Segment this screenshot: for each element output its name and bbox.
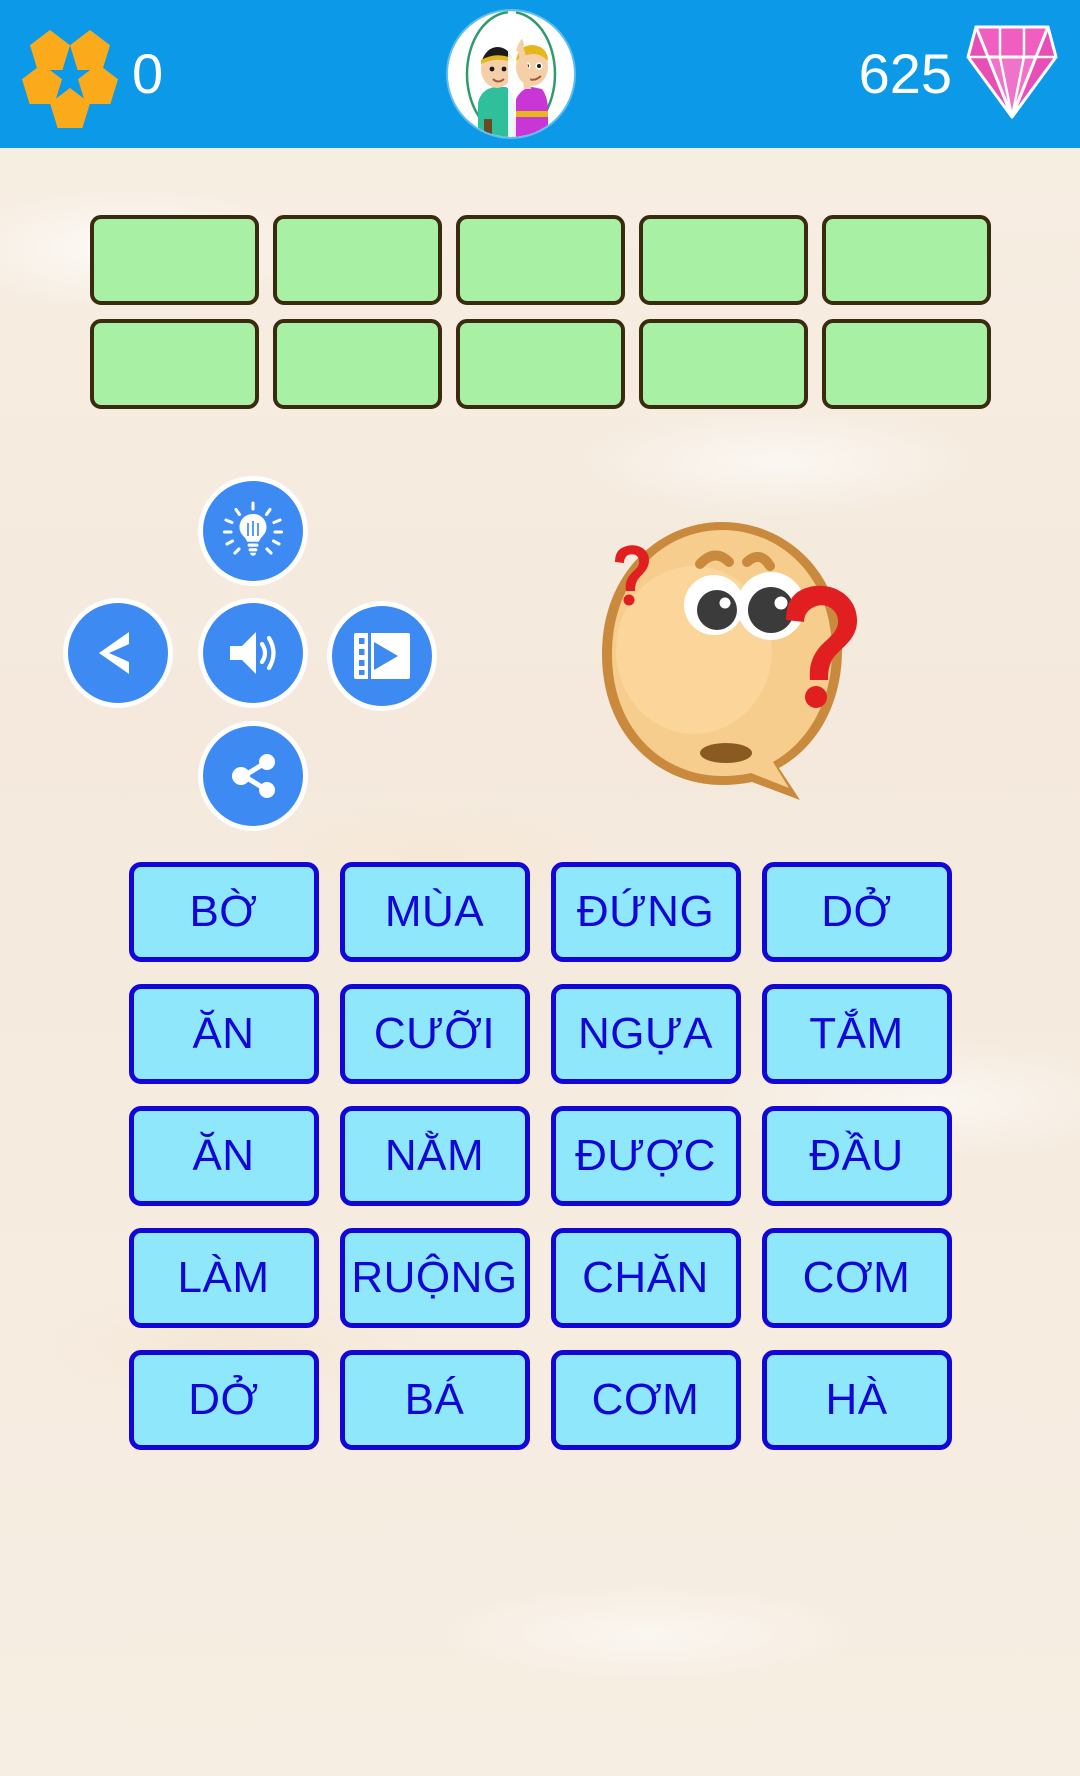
answer-slot[interactable] bbox=[89, 215, 259, 305]
video-film-icon bbox=[352, 629, 412, 683]
back-button[interactable] bbox=[68, 603, 168, 703]
sound-button[interactable] bbox=[203, 603, 303, 703]
hint-lightbulb-icon bbox=[222, 500, 284, 562]
game-screen: 0 625 BỜ MÙA ĐỨNG DỞ ĂN CƯỠI NGỰA TẮM ĂN… bbox=[0, 0, 1080, 1776]
word-tile[interactable]: BỜ bbox=[128, 862, 319, 962]
word-tile[interactable]: CƠM bbox=[550, 1350, 741, 1450]
answer-slot[interactable] bbox=[821, 319, 991, 409]
tile-row: ĂN NẰM ĐƯỢC ĐẦU bbox=[0, 1106, 1080, 1206]
word-tile[interactable]: BÁ bbox=[339, 1350, 530, 1450]
flower-petals-icon bbox=[22, 26, 118, 128]
thinking-face-speech-bubble bbox=[574, 500, 864, 830]
word-tile[interactable]: ĂN bbox=[128, 1106, 319, 1206]
word-tile[interactable]: ĂN bbox=[128, 984, 319, 1084]
answer-row-1 bbox=[0, 215, 1080, 305]
word-tile[interactable]: TẮM bbox=[761, 984, 952, 1084]
word-tile[interactable]: CƠM bbox=[761, 1228, 952, 1328]
answer-slot[interactable] bbox=[89, 319, 259, 409]
word-tile[interactable]: DỞ bbox=[128, 1350, 319, 1450]
tile-row: ĂN CƯỠI NGỰA TẮM bbox=[0, 984, 1080, 1084]
answer-slot[interactable] bbox=[638, 319, 808, 409]
word-tile[interactable]: ĐỨNG bbox=[550, 862, 741, 962]
word-tile[interactable]: MÙA bbox=[339, 862, 530, 962]
word-tile[interactable]: LÀM bbox=[128, 1228, 319, 1328]
gem-count: 625 bbox=[858, 42, 952, 105]
tile-row: BỜ MÙA ĐỨNG DỞ bbox=[0, 862, 1080, 962]
back-arrow-icon bbox=[89, 624, 147, 682]
word-tile-grid: BỜ MÙA ĐỨNG DỞ ĂN CƯỠI NGỰA TẮM ĂN NẰM Đ… bbox=[0, 862, 1080, 1472]
answer-slot[interactable] bbox=[455, 319, 625, 409]
word-tile[interactable]: CƯỠI bbox=[339, 984, 530, 1084]
tile-row: DỞ BÁ CƠM HÀ bbox=[0, 1350, 1080, 1450]
gem-group: 625 bbox=[859, 21, 1058, 128]
tile-row: LÀM RUỘNG CHĂN CƠM bbox=[0, 1228, 1080, 1328]
score-group: 0 bbox=[22, 26, 165, 128]
answer-slot[interactable] bbox=[272, 319, 442, 409]
answer-slot[interactable] bbox=[821, 215, 991, 305]
word-tile[interactable]: NGỰA bbox=[550, 984, 741, 1084]
answer-row-2 bbox=[0, 319, 1080, 409]
control-cluster bbox=[66, 478, 526, 846]
word-tile[interactable]: RUỘNG bbox=[339, 1228, 530, 1328]
video-button[interactable] bbox=[332, 606, 432, 706]
avatar[interactable] bbox=[448, 11, 575, 137]
share-button[interactable] bbox=[203, 726, 303, 826]
score-value: 0 bbox=[132, 42, 165, 105]
word-tile[interactable]: CHĂN bbox=[550, 1228, 741, 1328]
word-tile[interactable]: NẰM bbox=[339, 1106, 530, 1206]
word-tile[interactable]: DỞ bbox=[761, 862, 952, 962]
word-tile[interactable]: ĐƯỢC bbox=[550, 1106, 741, 1206]
hint-button[interactable] bbox=[203, 481, 303, 581]
answer-slot[interactable] bbox=[455, 215, 625, 305]
speaker-icon bbox=[222, 622, 284, 684]
word-tile[interactable]: HÀ bbox=[761, 1350, 952, 1450]
answer-slot[interactable] bbox=[638, 215, 808, 305]
diamond-icon bbox=[966, 21, 1058, 128]
answer-slots bbox=[0, 215, 1080, 423]
word-tile[interactable]: ĐẦU bbox=[761, 1106, 952, 1206]
top-bar: 0 625 bbox=[0, 0, 1080, 148]
share-icon bbox=[224, 747, 282, 805]
answer-slot[interactable] bbox=[272, 215, 442, 305]
